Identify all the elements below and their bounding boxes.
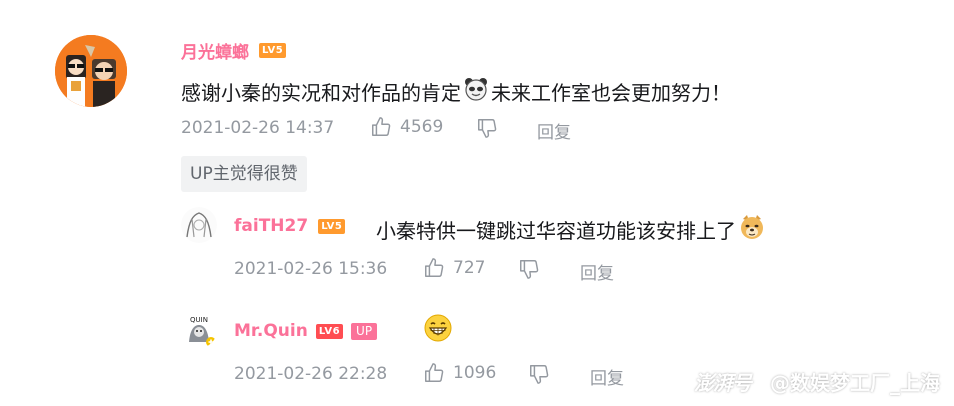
watermark: 澎湃号 @数娱梦工厂_上海 (694, 367, 940, 396)
avatar-sketch (181, 207, 217, 243)
reply-text-content: 小秦特供一键跳过华容道功能该安排上了 (376, 219, 736, 243)
avatar-faith27[interactable] (181, 207, 217, 243)
level-badge: LV6 (315, 323, 344, 339)
up-liked-badge: UP主觉得很赞 (181, 156, 307, 192)
dislike-button[interactable] (476, 117, 498, 139)
avatar-quin: QUIN (181, 312, 217, 348)
thumbs-up-icon (425, 363, 444, 382)
thumbs-down-icon (520, 260, 539, 279)
watermark-logo: 澎湃号 (694, 371, 752, 395)
watermark-account: @数娱梦工厂_上海 (770, 371, 940, 395)
comment-text-part-1: 感谢小秦的实况和对作品的肯定 (181, 81, 461, 105)
level-badge: LV5 (259, 43, 287, 58)
timestamp: 2021-02-26 14:37 (181, 118, 335, 138)
timestamp: 2021-02-26 22:28 (234, 364, 388, 384)
grin-emoji (423, 313, 453, 347)
thumbs-up-icon (425, 258, 444, 277)
dislike-button[interactable] (518, 258, 540, 280)
panda-emoji (463, 76, 489, 107)
timestamp: 2021-02-26 15:36 (234, 259, 388, 279)
username[interactable]: Mr.Quin (234, 321, 308, 341)
doge-emoji (738, 213, 766, 246)
username[interactable]: faiTH27 (234, 216, 308, 236)
reply-button[interactable]: 回复 (580, 259, 614, 284)
like-button[interactable]: 727 (423, 257, 485, 279)
up-badge: UP (351, 322, 378, 340)
like-button[interactable]: 1096 (423, 362, 496, 384)
avatar-mr-quin[interactable]: QUIN (181, 312, 217, 348)
dislike-button[interactable] (528, 363, 550, 385)
like-count: 727 (453, 258, 486, 278)
comment-text: 感谢小秦的实况和对作品的肯定 未来工作室也会更加努力！ (181, 76, 731, 107)
like-count: 4569 (400, 117, 444, 137)
reply-button[interactable]: 回复 (590, 364, 624, 389)
level-badge: LV5 (318, 218, 346, 234)
avatar-text: QUIN (190, 316, 208, 324)
thumbs-up-icon (372, 117, 391, 136)
reply-button[interactable]: 回复 (537, 118, 571, 143)
comment-text-part-2: 未来工作室也会更加努力！ (491, 81, 731, 105)
thumbs-down-icon (530, 365, 549, 384)
avatar-illustration (55, 35, 127, 107)
like-count: 1096 (453, 363, 497, 383)
username[interactable]: 月光蟑螂 (181, 38, 249, 63)
reply-text: 小秦特供一键跳过华容道功能该安排上了 (376, 213, 766, 246)
thumbs-down-icon (478, 119, 497, 138)
like-button[interactable]: 4569 (370, 116, 443, 138)
avatar-main[interactable] (55, 35, 127, 107)
